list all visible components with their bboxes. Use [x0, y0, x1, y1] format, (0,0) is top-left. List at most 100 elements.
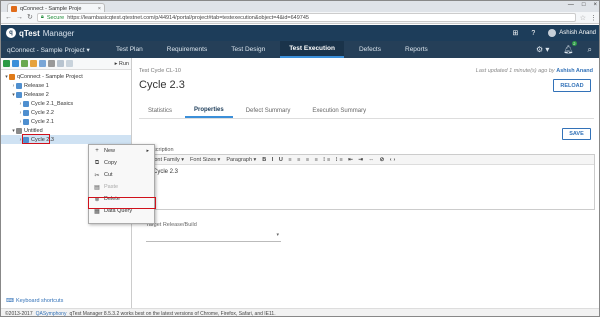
- tree-toolbar: ▸ Run: [1, 58, 131, 70]
- run-button[interactable]: ▸ Run: [115, 61, 129, 67]
- minimize-button[interactable]: —: [568, 2, 574, 8]
- tree-node[interactable]: › Cycle 2.3: [1, 134, 131, 144]
- menu-item-data-query[interactable]: ▦ Data Query: [89, 205, 154, 217]
- test-cycle-panel: Test Cycle CL-10 Last updated 1 minute(s…: [132, 58, 599, 308]
- tree-node[interactable]: › Cycle 2.1: [1, 117, 131, 126]
- maximize-button[interactable]: □: [582, 2, 586, 8]
- tree-node[interactable]: › Cycle 2.1_Basics: [1, 99, 131, 108]
- folder-icon: [16, 82, 22, 89]
- add-testrun-icon[interactable]: [39, 60, 46, 67]
- subtab-statistics[interactable]: Statistics: [139, 104, 181, 118]
- notification-badge: 2: [572, 41, 577, 46]
- menu-item-delete[interactable]: ⊗ Delete: [89, 193, 154, 205]
- font-family-dropdown[interactable]: Font Family ▾: [151, 157, 184, 163]
- menu-item-cut[interactable]: ✂ Cut: [89, 169, 154, 181]
- menu-item-label: Cut: [104, 172, 113, 178]
- refresh-tree-icon[interactable]: [57, 60, 64, 67]
- menu-item-copy[interactable]: ⧉ Copy: [89, 157, 154, 169]
- tab-reports[interactable]: Reports: [396, 41, 437, 58]
- add-module-icon[interactable]: [30, 60, 37, 67]
- copy-icon: ⧉: [94, 159, 100, 166]
- formatting-buttons[interactable]: B I U ≡ ≡ ≡ ≡ ⁝≡ ⁝≡ ⇤ ⇥ ⇔ ⊘ ‹›: [262, 157, 397, 163]
- description-editor[interactable]: Font Family ▾ Font Sizes ▾ Paragraph ▾ B…: [146, 154, 595, 210]
- grid-apps-icon[interactable]: ⊞: [513, 29, 519, 37]
- add-suite-icon[interactable]: [21, 60, 28, 67]
- url-text: https://learnbasicqtest.qtestnet.com/p/4…: [67, 14, 309, 21]
- close-window-button[interactable]: ×: [593, 2, 597, 8]
- project-selector[interactable]: qConnect - Sample Project ▾: [1, 46, 107, 54]
- tree-node[interactable]: ▾ qConnect - Sample Project: [1, 72, 131, 81]
- secure-label: Secure: [46, 14, 65, 21]
- tree-node[interactable]: ▾ Untitled: [1, 126, 131, 135]
- paragraph-dropdown[interactable]: Paragraph ▾: [226, 157, 256, 163]
- browser-tab-title: qConnect - Sample Proje: [20, 5, 82, 12]
- folder-icon: [23, 109, 29, 116]
- subtab-defect-summary[interactable]: Defect Summary: [237, 104, 300, 118]
- app-header: q qTest Manager ⊞ ? Ashish Anand: [1, 25, 599, 41]
- tree-node[interactable]: ▾ Release 2: [1, 90, 131, 99]
- main-nav: qConnect - Sample Project ▾ Test Plan Re…: [1, 41, 599, 58]
- keyboard-icon: ⌨: [6, 298, 14, 304]
- back-icon[interactable]: ←: [5, 14, 12, 21]
- url-field[interactable]: 🔒︎ Secure https://learnbasicqtest.qtestn…: [36, 13, 576, 22]
- sub-tabs: Statistics Properties Defect Summary Exe…: [139, 104, 594, 119]
- add-release-icon[interactable]: [3, 60, 10, 67]
- tree-node-label: Release 2: [24, 91, 49, 98]
- tree-node-label: qConnect - Sample Project: [17, 73, 83, 80]
- tab-test-plan[interactable]: Test Plan: [107, 41, 152, 58]
- help-icon[interactable]: ?: [531, 30, 535, 37]
- bookmark-star-icon[interactable]: ☆: [580, 14, 586, 22]
- settings-gear-icon[interactable]: ⚙ ▾: [536, 45, 549, 54]
- editor-toolbar: Font Family ▾ Font Sizes ▾ Paragraph ▾ B…: [147, 155, 594, 165]
- tree-node-label: Cycle 2.2: [31, 109, 54, 116]
- updated-prefix: Last updated 1 minute(s) ago by: [475, 68, 555, 74]
- cut-icon: ✂: [94, 172, 100, 179]
- breadcrumb: Test Cycle CL-10: [139, 68, 181, 74]
- keyboard-shortcuts-link[interactable]: ⌨ Keyboard shortcuts: [6, 298, 63, 304]
- tab-close-icon[interactable]: ×: [98, 6, 101, 12]
- menu-item-label: Paste: [104, 184, 119, 190]
- font-sizes-dropdown[interactable]: Font Sizes ▾: [190, 157, 220, 163]
- description-text[interactable]: Cycle 2.3: [147, 165, 594, 179]
- target-release-select[interactable]: ▾: [146, 232, 281, 242]
- qtest-logo-icon: q: [6, 28, 16, 38]
- tree-node-label: Cycle 2.1_Basics: [31, 100, 74, 107]
- keyboard-shortcuts-label: Keyboard shortcuts: [15, 298, 64, 304]
- user-menu[interactable]: Ashish Anand: [548, 29, 596, 37]
- reload-button[interactable]: RELOAD: [553, 79, 591, 92]
- delete-icon: ⊗: [94, 196, 100, 203]
- browser-menu-icon[interactable]: ⋮: [590, 14, 597, 22]
- tab-requirements[interactable]: Requirements: [158, 41, 216, 58]
- tab-defects[interactable]: Defects: [350, 41, 390, 58]
- copyright-text: ©2013-2017: [5, 310, 33, 317]
- menu-item-paste: ▤ Paste: [89, 181, 154, 193]
- tab-test-design[interactable]: Test Design: [222, 41, 274, 58]
- folder-icon: [9, 73, 15, 80]
- data-query-icon: ▦: [94, 208, 100, 215]
- tree-node[interactable]: › Cycle 2.2: [1, 108, 131, 117]
- nav-right-icons: ⚙ ▾ 🔔︎ 2 ⌕: [536, 41, 599, 55]
- tree-node-label: Release 1: [24, 82, 49, 89]
- filter-icon[interactable]: [48, 60, 55, 67]
- updated-by-link[interactable]: Ashish Anand: [556, 68, 593, 74]
- search-icon[interactable]: ⌕: [588, 45, 592, 55]
- nav-tabs: Test Plan Requirements Test Design Test …: [107, 41, 443, 58]
- save-button[interactable]: SAVE: [562, 128, 591, 140]
- tab-test-execution[interactable]: Test Execution: [280, 41, 344, 58]
- paste-icon: ▤: [94, 184, 100, 191]
- notification-bell-icon[interactable]: 🔔︎ 2: [563, 41, 577, 54]
- subtab-properties[interactable]: Properties: [185, 104, 233, 118]
- status-bar: ©2013-2017 QASymphony qTest Manager 8.5.…: [1, 308, 599, 317]
- forward-icon[interactable]: →: [16, 14, 23, 21]
- user-name: Ashish Anand: [559, 30, 596, 36]
- page-title: Cycle 2.3: [139, 79, 185, 91]
- context-menu: + New ▸ ⧉ Copy ✂ Cut ▤ Paste ⊗ Delete ▦ Data Query: [88, 144, 156, 224]
- menu-item-new[interactable]: + New ▸: [89, 145, 154, 157]
- export-icon[interactable]: [66, 60, 73, 67]
- tree-node-label: Untitled: [24, 127, 43, 134]
- subtab-execution-summary[interactable]: Execution Summary: [303, 104, 375, 118]
- refresh-icon[interactable]: ↻: [27, 14, 33, 21]
- tree-node[interactable]: › Release 1: [1, 81, 131, 90]
- add-cycle-icon[interactable]: [12, 60, 19, 67]
- company-link[interactable]: QASymphony: [36, 311, 67, 317]
